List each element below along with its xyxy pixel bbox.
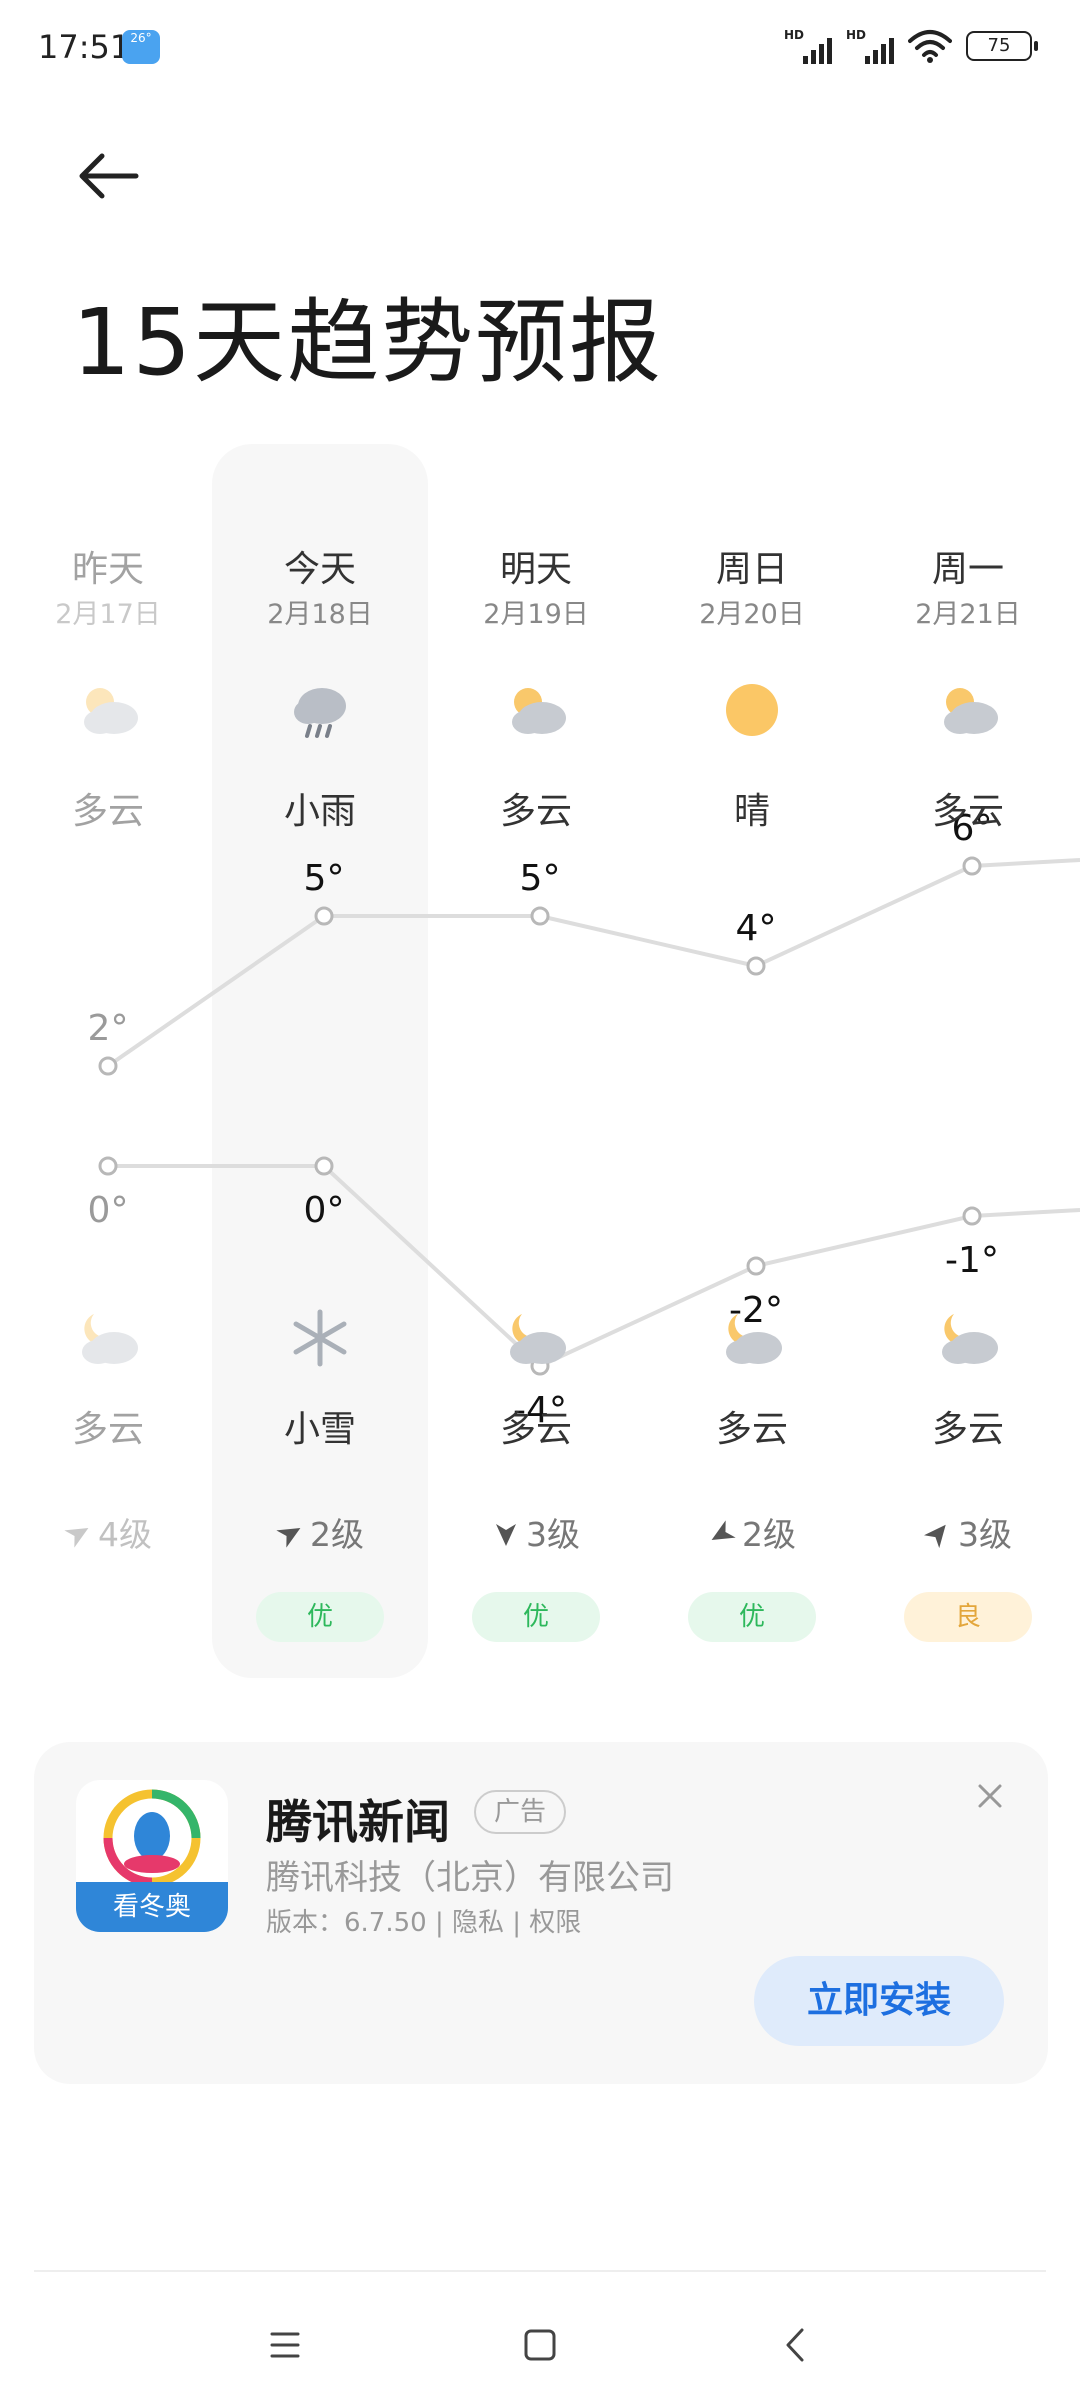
snow-icon xyxy=(293,1309,347,1367)
sunny-icon xyxy=(726,684,778,736)
back-button[interactable] xyxy=(70,140,150,220)
ad-logo-badge: 看冬奥 xyxy=(76,1882,228,1932)
system-nav-bar xyxy=(0,2290,1080,2400)
aqi-badge: 优 xyxy=(688,1592,816,1642)
wind-direction-icon xyxy=(711,1520,736,1540)
wind-direction-icon xyxy=(64,1528,89,1548)
forecast-day-tomorrow[interactable]: 明天 2月19日 多云 多云 3级 优 xyxy=(428,440,644,1680)
partly-cloudy-night-icon xyxy=(942,1314,998,1364)
night-condition: 多云 xyxy=(715,1409,788,1450)
wind-text: 3级 xyxy=(526,1515,580,1554)
forecast-day-today[interactable]: 今天 2月18日 小雨 小雪 2级 优 xyxy=(212,440,428,1680)
partly-cloudy-icon xyxy=(512,688,566,734)
day-condition: 多云 xyxy=(71,791,144,832)
night-condition: 多云 xyxy=(931,1409,1004,1450)
aqi-badge: 良 xyxy=(904,1592,1032,1642)
signal-hd-label: HD xyxy=(846,28,867,42)
wind-text: 4级 xyxy=(98,1515,152,1554)
nav-divider xyxy=(34,2270,1046,2272)
forecast-day-yesterday[interactable]: 昨天 2月17日 多云 多云 4级 xyxy=(0,440,216,1680)
wind-level: 3级 xyxy=(860,1508,1076,1556)
ad-card[interactable]: 看冬奥 腾讯新闻 广告 腾讯科技（北京）有限公司 版本：6.7.50 | 隐私 … xyxy=(34,1742,1048,2084)
page-title: 15天趋势预报 xyxy=(72,289,664,396)
day-date: 2月18日 xyxy=(267,599,373,630)
back-nav-icon[interactable] xyxy=(760,2310,830,2380)
night-condition: 多云 xyxy=(499,1409,572,1450)
ad-tag: 广告 xyxy=(474,1790,567,1834)
day-name: 周一 xyxy=(931,549,1004,590)
wifi-icon xyxy=(908,30,952,63)
day-date: 2月20日 xyxy=(699,599,805,630)
day-name: 周日 xyxy=(715,549,788,590)
forecast-day-monday[interactable]: 周一 2月21日 多云 多云 3级 良 xyxy=(860,440,1076,1680)
wind-direction-icon xyxy=(496,1524,516,1546)
aqi-badge: 优 xyxy=(472,1592,600,1642)
wind-level: 3级 xyxy=(428,1508,644,1556)
day-date: 2月17日 xyxy=(55,599,161,630)
status-indicators: HD HD 75 xyxy=(784,28,1038,64)
back-arrow-icon xyxy=(79,153,139,199)
tencent-news-logo: 看冬奥 xyxy=(76,1780,228,1932)
home-icon[interactable] xyxy=(505,2310,575,2380)
wind-text: 2级 xyxy=(742,1515,796,1554)
partly-cloudy-icon xyxy=(944,688,998,734)
day-date: 2月21日 xyxy=(915,599,1021,630)
night-condition: 小雪 xyxy=(283,1409,356,1450)
day-name: 今天 xyxy=(283,549,356,590)
day-condition: 晴 xyxy=(733,791,770,832)
battery-icon: 75 xyxy=(966,31,1038,61)
partly-cloudy-night-icon xyxy=(82,1314,138,1364)
install-button[interactable]: 立即安装 xyxy=(754,1956,1004,2046)
day-name: 昨天 xyxy=(71,549,144,590)
signal-icon: HD xyxy=(784,28,832,64)
day-name: 明天 xyxy=(499,549,572,590)
wind-text: 2级 xyxy=(310,1515,364,1554)
status-bar: 17:51 26° HD HD 75 xyxy=(0,0,1080,96)
aqi-badge: 优 xyxy=(256,1592,384,1642)
partly-cloudy-night-icon xyxy=(510,1314,566,1364)
day-date: 2月19日 xyxy=(483,599,589,630)
day-condition: 多云 xyxy=(931,791,1004,832)
partly-cloudy-night-icon xyxy=(726,1314,782,1364)
wind-text: 3级 xyxy=(958,1515,1012,1554)
day-condition: 小雨 xyxy=(283,791,356,832)
night-condition: 多云 xyxy=(71,1409,144,1450)
status-weather-icon: 26° xyxy=(122,30,160,64)
signal-hd-label: HD xyxy=(784,28,805,42)
ad-company: 腾讯科技（北京）有限公司 xyxy=(266,1858,674,1898)
signal-icon: HD xyxy=(846,28,894,64)
ad-app-name: 腾讯新闻 xyxy=(266,1795,450,1849)
status-time: 17:51 xyxy=(38,28,131,66)
wind-level: 2级 xyxy=(644,1508,860,1556)
wind-level: 4级 xyxy=(0,1508,216,1556)
wind-direction-icon xyxy=(923,1524,946,1549)
wind-level: 2级 xyxy=(212,1508,428,1556)
day-condition: 多云 xyxy=(499,791,572,832)
ad-meta[interactable]: 版本：6.7.50 | 隐私 | 权限 xyxy=(266,1902,581,1939)
partly-cloudy-icon xyxy=(84,688,138,734)
wind-direction-icon xyxy=(276,1528,301,1548)
forecast-day-sunday[interactable]: 周日 2月20日 晴 多云 2级 优 xyxy=(644,440,860,1680)
tencent-penguin-icon xyxy=(103,1789,201,1887)
close-icon[interactable] xyxy=(970,1776,1010,1816)
light-rain-icon xyxy=(294,688,346,738)
forecast-panel[interactable]: 2° 5° 5° 4° 6° 0° 0° -4° -2° -1° 昨天 2月17日 多云 多云 4… xyxy=(0,440,1080,1690)
menu-icon[interactable] xyxy=(250,2310,320,2380)
